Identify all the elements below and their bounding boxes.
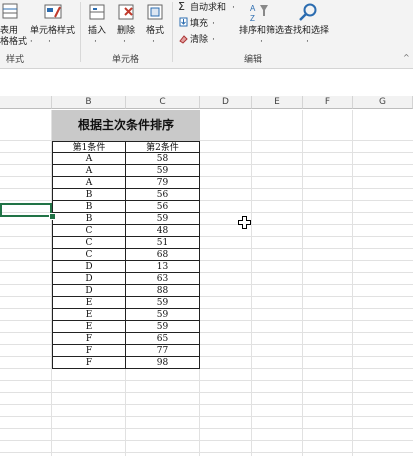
autosum-button[interactable]: 自动求和: [190, 3, 226, 13]
editing-group-label: 编辑: [244, 55, 263, 65]
cell-styles-icon: [44, 4, 62, 19]
table-cell[interactable]: E: [52, 309, 126, 321]
clear-dropdown-icon[interactable]: ·: [212, 35, 215, 45]
column-header-b[interactable]: B: [52, 96, 126, 109]
table-cell[interactable]: 59: [126, 213, 200, 225]
table-cell[interactable]: 58: [126, 153, 200, 165]
selected-cell[interactable]: [0, 203, 52, 217]
collapse-ribbon-icon[interactable]: ^: [403, 53, 410, 63]
cells-group-label: 单元格: [112, 55, 140, 65]
grid-col-line: [302, 110, 303, 456]
table-cell[interactable]: 59: [126, 297, 200, 309]
table-cell[interactable]: 48: [126, 225, 200, 237]
column-header-c[interactable]: C: [126, 96, 200, 109]
format-icon: [147, 4, 163, 20]
cell-styles-dropdown-icon[interactable]: ·: [48, 37, 51, 47]
table-cell[interactable]: C: [52, 225, 126, 237]
format-button[interactable]: 格式: [146, 26, 164, 36]
column-header-f[interactable]: F: [303, 96, 353, 109]
table-cell[interactable]: 68: [126, 249, 200, 261]
sort-filter-dropdown-icon[interactable]: ·: [260, 37, 263, 47]
styles-group-label: 样式: [6, 55, 25, 65]
column-header-g[interactable]: G: [353, 96, 413, 109]
table-header-cell[interactable]: 第2条件: [126, 141, 200, 153]
table-cell[interactable]: F: [52, 345, 126, 357]
table-cell[interactable]: F: [52, 357, 126, 369]
fill-dropdown-icon[interactable]: ·: [212, 19, 215, 29]
delete-button[interactable]: 删除: [117, 26, 135, 36]
insert-dropdown-icon[interactable]: ·: [94, 37, 97, 47]
table-cell[interactable]: 65: [126, 333, 200, 345]
format-as-table-label-1[interactable]: 表用: [0, 26, 18, 36]
delete-dropdown-icon[interactable]: ·: [123, 37, 126, 47]
cell-cursor-icon: [238, 216, 251, 229]
column-header-d[interactable]: D: [200, 96, 252, 109]
format-as-table-label-2[interactable]: 格格式 ·: [0, 37, 33, 47]
table-format-icon: [2, 3, 18, 19]
table-cell[interactable]: 56: [126, 201, 200, 213]
autosum-dropdown-icon[interactable]: ·: [232, 3, 235, 13]
column-header-e[interactable]: E: [252, 96, 303, 109]
search-icon: [299, 3, 317, 21]
column-header-a[interactable]: [0, 96, 52, 109]
table-cell[interactable]: A: [52, 165, 126, 177]
grid-col-line: [352, 110, 353, 456]
table-cell[interactable]: 13: [126, 261, 200, 273]
table-cell[interactable]: A: [52, 153, 126, 165]
fill-icon: [179, 17, 188, 27]
insert-icon: [89, 4, 105, 20]
table-cell[interactable]: D: [52, 273, 126, 285]
table-cell[interactable]: 79: [126, 177, 200, 189]
table-cell[interactable]: B: [52, 189, 126, 201]
table-cell[interactable]: F: [52, 333, 126, 345]
formula-bar-area: [0, 69, 413, 97]
table-cell[interactable]: C: [52, 237, 126, 249]
table-title[interactable]: 根据主次条件排序: [52, 110, 200, 141]
cell-styles-button[interactable]: 单元格样式: [30, 26, 75, 36]
table-cell[interactable]: A: [52, 177, 126, 189]
table-cell[interactable]: 59: [126, 309, 200, 321]
table-cell[interactable]: B: [52, 201, 126, 213]
table-cell[interactable]: B: [52, 213, 126, 225]
table-cell[interactable]: D: [52, 285, 126, 297]
svg-text:Z: Z: [250, 14, 255, 23]
table-header-cell[interactable]: 第1条件: [52, 141, 126, 153]
clear-button[interactable]: 清除: [190, 35, 208, 45]
fill-handle[interactable]: [49, 213, 56, 220]
sigma-icon: Σ: [178, 0, 185, 13]
table-cell[interactable]: 63: [126, 273, 200, 285]
table-cell[interactable]: E: [52, 297, 126, 309]
sort-filter-button[interactable]: 排序和筛选: [239, 26, 284, 36]
delete-icon: [118, 4, 134, 20]
table-cell[interactable]: 88: [126, 285, 200, 297]
insert-button[interactable]: 插入: [88, 26, 106, 36]
format-dropdown-icon[interactable]: ·: [152, 37, 155, 47]
table-cell[interactable]: 51: [126, 237, 200, 249]
svg-text:A: A: [250, 4, 256, 13]
find-select-button[interactable]: 查找和选择: [284, 26, 329, 36]
table-cell[interactable]: C: [52, 249, 126, 261]
ribbon-separator: [80, 2, 81, 62]
table-cell[interactable]: 59: [126, 321, 200, 333]
find-select-dropdown-icon[interactable]: ·: [306, 37, 309, 47]
clear-icon: [179, 35, 188, 44]
table-cell[interactable]: 56: [126, 189, 200, 201]
ribbon-separator: [172, 2, 173, 62]
table-cell[interactable]: D: [52, 261, 126, 273]
ribbon: 表用 格格式 · 样式 单元格样式 · 插入 · 删除 · 格式 · 单元格 Σ…: [0, 0, 413, 69]
table-cell[interactable]: 77: [126, 345, 200, 357]
table-cell[interactable]: E: [52, 321, 126, 333]
table-cell[interactable]: 98: [126, 357, 200, 369]
grid-col-line: [251, 110, 252, 456]
fill-button[interactable]: 填充: [190, 19, 208, 29]
sort-filter-icon: A Z: [250, 4, 268, 23]
table-cell[interactable]: 59: [126, 165, 200, 177]
